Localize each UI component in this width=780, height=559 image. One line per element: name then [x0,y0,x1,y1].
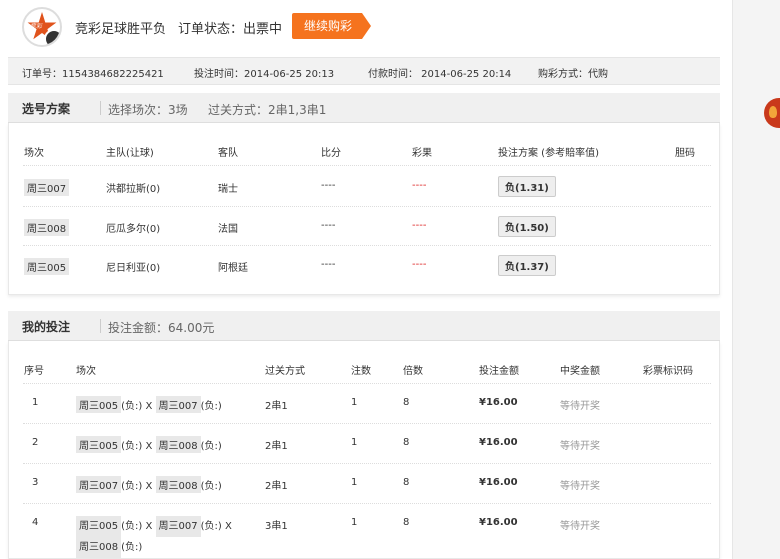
table-row: 周三007 [24,179,70,196]
away-team: 阿根廷 [218,263,248,274]
right-sidebar [732,0,780,559]
order-info-bar: 订单号：1154384682225421 投注时间：2014-06-25 20:… [8,57,720,85]
home-team: 尼日利亚(0) [106,263,161,274]
buy-method: 购彩方式：代购 [538,69,608,80]
row-divider [23,165,711,166]
result: ---- [412,220,427,231]
score: ---- [321,259,336,270]
table-row: 周三008 [24,219,70,236]
bet-count: 1 [351,437,358,448]
row-divider [23,503,711,504]
prize-status: 等待开奖 [560,441,600,452]
mybets-heading: 我的投注 [22,320,71,334]
prize-status: 等待开奖 [560,481,600,492]
col-home: 主队(让球) [106,148,154,159]
col-matches: 场次 [76,366,96,377]
bet-amount: 投注金额：64.00元 [108,321,215,335]
order-header: 竞彩 竞彩足球胜平负 订单状态：出票中 继续购彩 [0,0,732,56]
bet-no: 3 [32,477,39,488]
col-banker: 胆码 [675,148,695,159]
col-multiple: 倍数 [403,366,423,377]
float-badge-icon[interactable] [764,98,780,128]
bet-count: 1 [351,517,358,528]
bet-pass: 3串1 [265,521,288,532]
bet-multiple: 8 [403,477,410,488]
order-status: 订单状态：出票中 [178,22,283,37]
divider [100,101,101,115]
result: ---- [412,180,427,191]
col-result: 彩果 [412,148,432,159]
order-detail-page: 竞彩 竞彩足球胜平负 订单状态：出票中 继续购彩 订单号：11543846822… [0,0,732,559]
match-id: 周三007 [24,179,70,196]
col-away: 客队 [218,148,238,159]
football-icon [44,29,60,45]
row-divider [23,383,711,384]
matches-count: 选择场次：3场 [108,103,188,117]
selection-header: 选号方案 选择场次：3场 过关方式：2串1,3串1 [8,93,720,123]
result: ---- [412,259,427,270]
col-bet-plan: 投注方案 (参考賠率值) [498,148,599,159]
lottery-title: 竞彩足球胜平负 [75,22,167,37]
away-team: 法国 [218,224,238,235]
bet-pass: 2串1 [265,441,288,452]
match-id: 周三005 [24,258,70,275]
bet-no: 2 [32,437,39,448]
col-pass: 过关方式 [265,366,305,377]
row-divider [23,423,711,424]
bet-multiple: 8 [403,397,410,408]
bet-pass: 2串1 [265,401,288,412]
score: ---- [321,220,336,231]
divider [100,319,101,333]
score: ---- [321,180,336,191]
bet-combo: 周三005 (负:) X 周三007 (负:) [76,396,222,413]
row-divider [23,206,711,207]
continue-buy-button[interactable]: 继续购彩 [292,13,372,39]
bet-multiple: 8 [403,517,410,528]
bet-option: 负(1.50) [498,216,556,237]
bet-combo: 周三005 (负:) X 周三008 (负:) [76,436,222,453]
bet-amount-value: ¥16.00 [479,517,518,528]
bet-multiple: 8 [403,437,410,448]
bet-count: 1 [351,397,358,408]
home-team: 洪都拉斯(0) [106,184,161,195]
bet-option: 负(1.37) [498,255,556,276]
col-amount: 投注金额 [479,366,519,377]
home-team: 厄瓜多尔(0) [106,224,161,235]
jingcai-logo: 竞彩 [22,7,62,47]
prize-status: 等待开奖 [560,401,600,412]
bet-amount-value: ¥16.00 [479,477,518,488]
logo-text: 竞彩 [30,23,43,30]
bet-option: 负(1.31) [498,176,556,197]
bet-combo: 周三005 (负:) X 周三007 (负:) X 周三008 (负:) [76,516,232,558]
bet-count: 1 [351,477,358,488]
selection-heading: 选号方案 [22,102,71,116]
selection-table: 场次 主队(让球) 客队 比分 彩果 投注方案 (参考賠率值) 胆码 周三007… [8,123,720,295]
away-team: 瑞士 [218,184,238,195]
order-number: 订单号：1154384682225421 [22,69,164,80]
pass-method: 过关方式：2串1,3串1 [208,103,327,117]
mybets-header: 我的投注 投注金额：64.00元 [8,311,720,341]
col-count: 注数 [351,366,371,377]
match-id: 周三008 [24,219,70,236]
col-ticket-code: 彩票标识码 [643,366,693,377]
table-row: 周三005 [24,258,70,275]
pay-time: 付款时间： 2014-06-25 20:14 [368,69,512,80]
mybets-table: 序号 场次 过关方式 注数 倍数 投注金额 中奖金额 彩票标识码 1 周三005… [8,341,720,559]
col-score: 比分 [321,148,341,159]
bet-time: 投注时间：2014-06-25 20:13 [194,69,335,80]
bet-no: 4 [32,517,39,528]
prize-status: 等待开奖 [560,521,600,532]
col-no: 序号 [24,366,44,377]
bet-no: 1 [32,397,39,408]
bet-amount-value: ¥16.00 [479,437,518,448]
bet-combo: 周三007 (负:) X 周三008 (负:) [76,476,222,493]
row-divider [23,245,711,246]
col-match: 场次 [24,148,44,159]
bet-amount-value: ¥16.00 [479,397,518,408]
col-prize: 中奖金额 [560,366,600,377]
row-divider [23,463,711,464]
bet-pass: 2串1 [265,481,288,492]
